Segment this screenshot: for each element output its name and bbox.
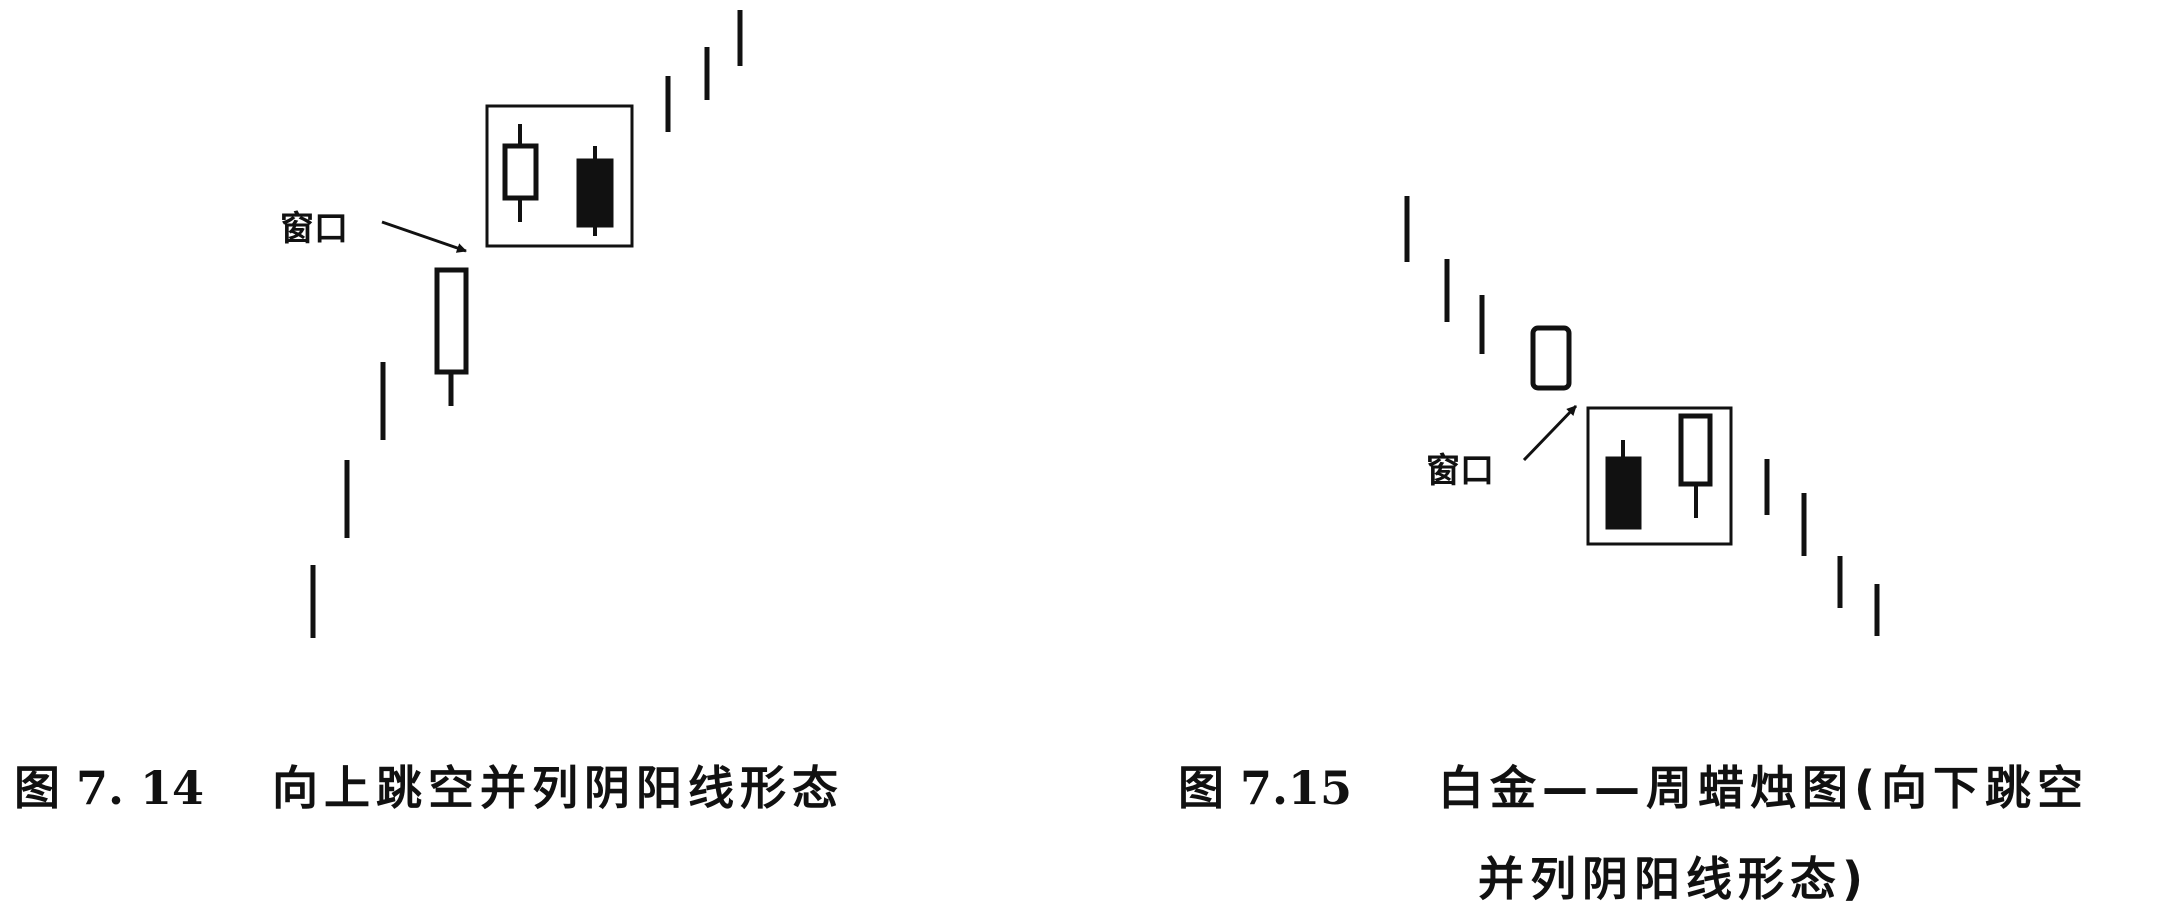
- white-candle-pre-gap: [434, 267, 469, 406]
- white-candle-in-box: [502, 124, 539, 222]
- white-candle-pre-gap-down: [1530, 325, 1572, 391]
- figure-7-14-caption: 向上跳空并列阴阳线形态: [272, 761, 844, 815]
- black-candle-in-box-down: [1605, 440, 1642, 530]
- window-label-down: 窗口: [1426, 451, 1494, 491]
- figure-7-15-caption-line1: 白金——周蜡烛图(向下跳空: [1438, 761, 2089, 815]
- window-arrow: [381, 220, 467, 253]
- window-label: 窗口: [280, 209, 348, 249]
- black-candle-in-box: [576, 146, 614, 236]
- figure-7-15-number: 图 7.15: [1178, 761, 1352, 815]
- figure-7-15-diagram: 窗口: [1404, 196, 1880, 636]
- figure-7-15-caption-line2: 并列阴阳线形态): [1478, 852, 1869, 906]
- figure-canvas: 窗口 窗口 图 7. 14 向上跳空并列阴阳线形态 图 7.15 白金——周蜡烛…: [14, 10, 2089, 906]
- window-arrow-down: [1522, 404, 1578, 462]
- figure-7-14-number: 图 7. 14: [14, 761, 204, 815]
- white-candle-in-box-down: [1678, 413, 1713, 518]
- figure-7-14-diagram: 窗口: [280, 10, 743, 638]
